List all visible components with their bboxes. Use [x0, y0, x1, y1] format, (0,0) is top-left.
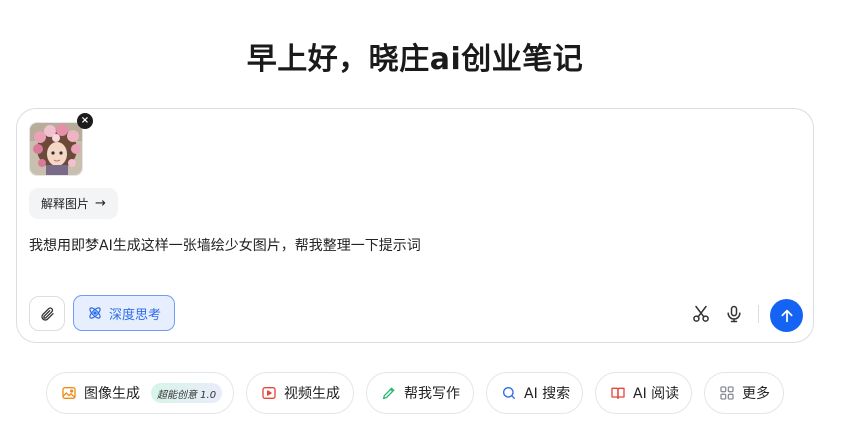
arrow-right-icon: →	[95, 196, 106, 211]
prompt-input[interactable]: 我想用即梦AI生成这样一张墙绘少女图片，帮我整理一下提示词	[29, 235, 421, 255]
quick-writing[interactable]: 帮我写作	[366, 372, 474, 414]
paperclip-icon	[41, 306, 54, 321]
quick-label: 图像生成	[84, 386, 140, 402]
image-thumbnail	[29, 122, 83, 176]
page-title: 早上好，晓庄ai创业笔记	[246, 42, 584, 77]
quick-label: 视频生成	[284, 386, 340, 402]
video-gen-icon	[262, 387, 276, 399]
image-gen-icon	[62, 387, 76, 399]
quick-more[interactable]: 更多	[704, 372, 784, 414]
quick-label: 帮我写作	[404, 386, 460, 402]
chat-composer: × 解释图片 → 我想用即梦AI生成这样一张墙绘少女图片，帮我整理一下提示词 深…	[16, 108, 814, 343]
microphone-icon[interactable]	[724, 304, 744, 324]
quick-label: AI 搜索	[524, 386, 571, 402]
quick-ai-search[interactable]: AI 搜索	[486, 372, 583, 414]
deep-think-label: 深度思考	[108, 307, 161, 323]
quick-actions: 图像生成 超能创意 1.0 视频生成 帮我写作 AI 搜索 AI 阅读 更多	[0, 372, 846, 414]
pen-icon	[382, 387, 395, 400]
explain-image-button[interactable]: 解释图片 →	[29, 188, 118, 219]
remove-image-button[interactable]: ×	[77, 113, 93, 129]
deep-think-toggle[interactable]: 深度思考	[73, 295, 175, 331]
quick-label: AI 阅读	[633, 386, 680, 402]
book-icon	[611, 387, 625, 399]
attach-button[interactable]	[29, 296, 65, 331]
atom-icon	[89, 307, 101, 319]
attached-image[interactable]: ×	[29, 113, 93, 176]
quick-image-gen[interactable]: 图像生成 超能创意 1.0	[46, 372, 234, 414]
quick-label: 更多	[742, 386, 770, 402]
version-badge: 超能创意 1.0	[151, 383, 223, 403]
send-button[interactable]	[770, 299, 803, 332]
grid-icon	[720, 386, 734, 400]
quick-ai-reading[interactable]: AI 阅读	[595, 372, 692, 414]
toolbar-divider	[758, 305, 759, 323]
explain-image-label: 解释图片	[41, 197, 90, 211]
search-sparkle-icon	[503, 387, 515, 399]
scissors-icon[interactable]	[691, 304, 711, 324]
quick-video-gen[interactable]: 视频生成	[246, 372, 354, 414]
send-arrow-icon	[780, 309, 793, 322]
